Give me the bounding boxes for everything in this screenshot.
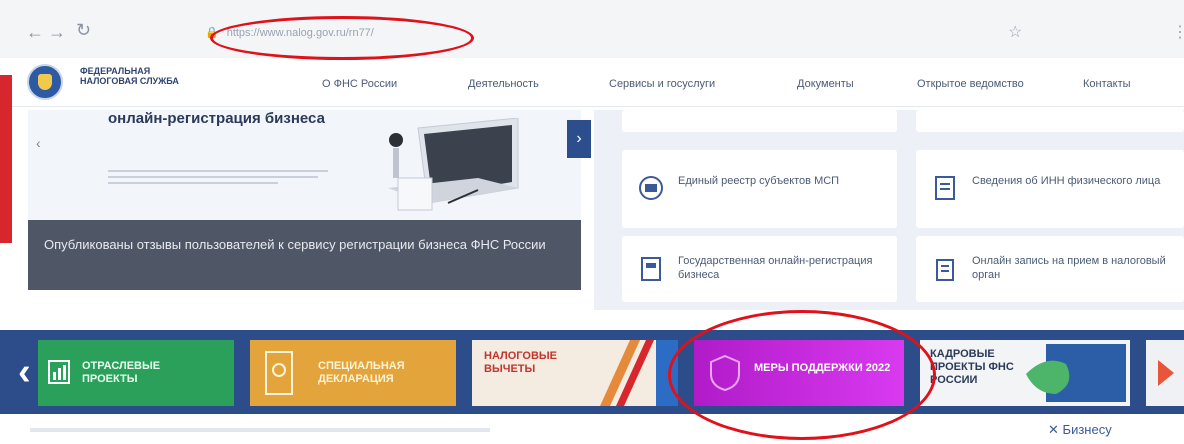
nav-about[interactable]: О ФНС России — [322, 78, 397, 90]
hero-text-line — [108, 176, 318, 178]
nav-activity[interactable]: Деятельность — [468, 78, 539, 90]
service-card-registration[interactable]: Государственная онлайн-регистрация бизне… — [622, 236, 897, 302]
banner-hr-projects[interactable]: КАДРОВЫЕ ПРОЕКТЫ ФНС РОССИИ — [920, 340, 1130, 406]
nav-open-agency[interactable]: Открытое ведомство — [917, 78, 1024, 90]
annotation-ellipse-address — [210, 16, 474, 60]
nav-contacts[interactable]: Контакты — [1083, 78, 1131, 90]
service-title: Сведения об ИНН физического лица — [972, 175, 1161, 187]
back-icon[interactable]: ← — [26, 22, 44, 43]
banner-prev-arrow[interactable]: ‹ — [18, 350, 31, 394]
org-name[interactable]: ФЕДЕРАЛЬНАЯ НАЛОГОВАЯ СЛУЖБА — [80, 66, 190, 86]
service-card-appointment[interactable]: Онлайн запись на прием в налоговый орган — [916, 236, 1184, 302]
service-card-msp[interactable]: Единый реестр субъектов МСП — [622, 150, 897, 228]
play-icon — [1158, 360, 1174, 386]
hero-carousel[interactable]: онлайн-регистрация бизнеса Опубликованы … — [28, 110, 581, 290]
map-decoration — [1026, 344, 1126, 402]
site-header: ФЕДЕРАЛЬНАЯ НАЛОГОВАЯ СЛУЖБА О ФНС Росси… — [0, 58, 1184, 107]
service-card-partial[interactable] — [622, 110, 897, 132]
browser-toolbar: ← → ↻ 🔒 https://www.nalog.gov.ru/rn77/ ☆ … — [0, 0, 1184, 59]
reload-icon[interactable]: ↻ — [76, 20, 91, 41]
service-title: Государственная онлайн-регистрация бизне… — [678, 255, 873, 281]
service-card-inn[interactable]: Сведения об ИНН физического лица — [916, 150, 1184, 228]
footer-business-link[interactable]: ✕ Бизнесу — [1048, 422, 1112, 438]
nav-services[interactable]: Сервисы и госуслуги — [609, 78, 715, 90]
forward-icon[interactable]: → — [48, 22, 66, 43]
service-title: Единый реестр субъектов МСП — [678, 175, 840, 187]
hero-caption[interactable]: Опубликованы отзывы пользователей к серв… — [28, 220, 581, 290]
services-panel: Единый реестр субъектов МСП Сведения об … — [594, 110, 1184, 310]
menu-icon[interactable]: ⋮ — [1172, 22, 1184, 42]
chart-icon — [48, 360, 70, 384]
banner-label: КАДРОВЫЕ ПРОЕКТЫ ФНС РОССИИ — [930, 348, 1014, 386]
hero-title: онлайн-регистрация бизнеса — [108, 110, 325, 127]
database-icon — [639, 176, 663, 200]
star-icon[interactable]: ☆ — [1008, 22, 1022, 42]
footer-bar: ✕ Бизнесу — [0, 414, 1184, 444]
laptop-illustration — [388, 118, 519, 211]
declaration-icon — [265, 351, 293, 395]
side-accent-strip — [0, 75, 12, 243]
hero-text-line — [108, 182, 278, 184]
banner-label: НАЛОГОВЫЕ ВЫЧЕТЫ — [484, 350, 557, 375]
annotation-ellipse-banner — [668, 310, 936, 440]
banner-label: СПЕЦИАЛЬНАЯ ДЕКЛАРАЦИЯ — [318, 360, 405, 385]
service-title: Онлайн запись на прием в налоговый орган — [972, 255, 1166, 281]
service-card-partial[interactable] — [916, 110, 1184, 132]
banner-tax-deductions[interactable]: НАЛОГОВЫЕ ВЫЧЕТЫ — [472, 340, 678, 406]
stripes-decoration — [600, 340, 678, 406]
close-icon: ✕ — [1048, 422, 1059, 437]
fns-logo[interactable] — [27, 64, 63, 100]
hero-next-arrow[interactable]: › — [567, 120, 591, 158]
hero-prev-arrow[interactable]: ‹ — [36, 135, 41, 151]
hero-text-line — [108, 170, 328, 172]
document-icon — [935, 176, 955, 200]
banner-partial[interactable] — [1146, 340, 1184, 406]
banner-special-declaration[interactable]: СПЕЦИАЛЬНАЯ ДЕКЛАРАЦИЯ — [250, 340, 456, 406]
nav-documents[interactable]: Документы — [797, 78, 854, 90]
banner-label: ОТРАСЛЕВЫЕ ПРОЕКТЫ — [82, 360, 161, 385]
form-icon — [641, 257, 661, 281]
banner-industry-projects[interactable]: ОТРАСЛЕВЫЕ ПРОЕКТЫ — [38, 340, 234, 406]
calendar-icon — [936, 259, 954, 281]
footer-text-line — [30, 428, 490, 432]
